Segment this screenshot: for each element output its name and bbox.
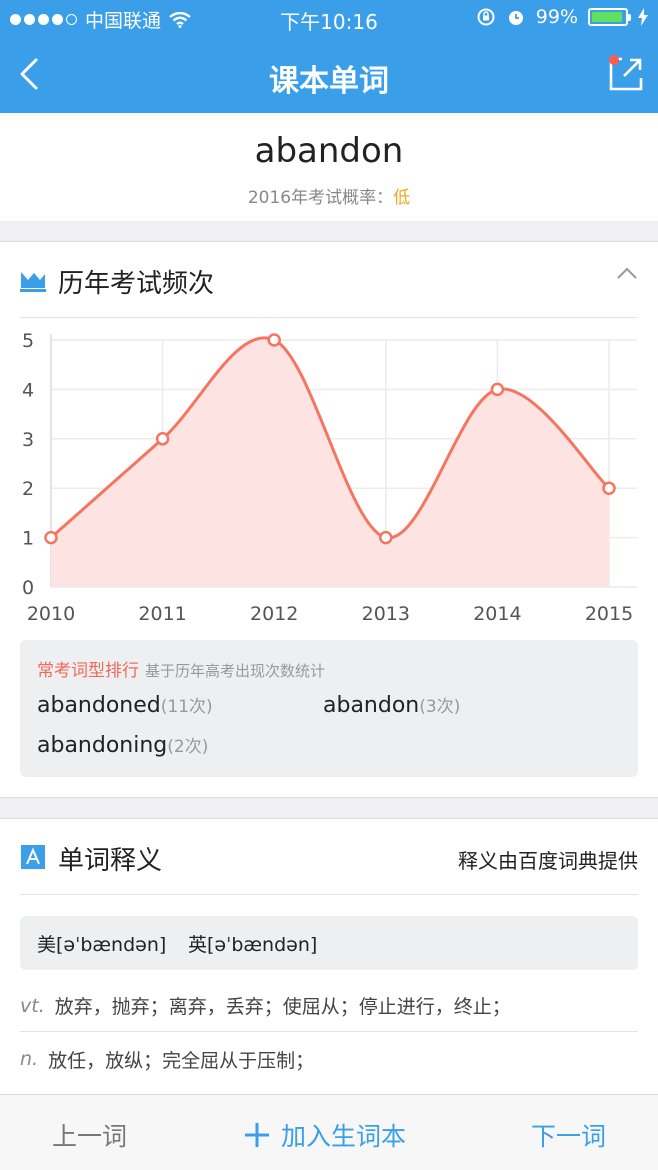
alarm-icon bbox=[508, 11, 523, 25]
dictionary-icon bbox=[21, 845, 45, 869]
x-tick-label: 2015 bbox=[585, 603, 633, 625]
definition-title: 单词释义 bbox=[58, 846, 163, 876]
chart-data-point bbox=[379, 530, 393, 545]
bottom-toolbar: 上一词 加入生词本 下一词 bbox=[0, 1094, 658, 1170]
word-form-ranking: 常考词型排行 基于历年高考出现次数统计 abandoned(11次) abando… bbox=[20, 640, 638, 777]
word-form-count: (11次) bbox=[160, 697, 213, 717]
us-phonetic[interactable]: 美[əˈbændən] bbox=[37, 930, 166, 957]
exam-frequency-chart: 0 1 2 3 4 5 2010 2011 2012 2013 2014 2015 bbox=[22, 330, 637, 625]
phonetics: 美[əˈbændən] 英[əˈbændən] bbox=[20, 916, 638, 970]
word-form-item[interactable]: abandoned(11次) bbox=[37, 692, 213, 718]
x-tick-label: 2014 bbox=[473, 603, 521, 625]
part-of-speech: n. bbox=[20, 1048, 39, 1070]
y-tick-label: 5 bbox=[22, 330, 34, 352]
word-form-count: (2次) bbox=[167, 737, 209, 757]
uk-phonetic[interactable]: 英[əˈbændən] bbox=[188, 930, 317, 957]
definition-source: 释义由百度词典提供 bbox=[458, 849, 638, 873]
add-to-vocab-button[interactable]: 加入生词本 bbox=[243, 1117, 406, 1153]
definition-text: 放弃，抛弃；离弃，丢弃；使屈从；停止进行，终止； bbox=[54, 996, 511, 1018]
exam-history-title: 历年考试频次 bbox=[58, 269, 215, 299]
x-tick-label: 2010 bbox=[27, 603, 75, 625]
chevron-up-icon[interactable] bbox=[616, 266, 638, 280]
battery-icon bbox=[588, 8, 631, 26]
chart-data-point bbox=[155, 432, 170, 446]
next-word-button[interactable]: 下一词 bbox=[531, 1117, 606, 1153]
word-form: abandoning bbox=[37, 733, 168, 758]
chart-data-point bbox=[267, 333, 281, 347]
previous-word-button[interactable]: 上一词 bbox=[52, 1117, 127, 1153]
status-bar: 中国联通 下午10:16 99% bbox=[0, 0, 658, 36]
probability-label: 2016年考试概率： bbox=[247, 188, 394, 208]
y-tick-label: 1 bbox=[22, 528, 34, 550]
top-bar: 中国联通 下午10:16 99% 课本单词 bbox=[0, 0, 658, 113]
y-tick-label: 0 bbox=[22, 577, 34, 599]
x-tick-label: 2013 bbox=[362, 603, 410, 625]
exam-probability: 2016年考试概率：低 bbox=[0, 183, 658, 208]
add-to-vocab-label: 加入生词本 bbox=[281, 1122, 407, 1151]
chart-icon bbox=[20, 272, 46, 292]
word-form-item[interactable]: abandoning(2次) bbox=[37, 732, 208, 758]
chart-data-point bbox=[44, 530, 58, 545]
part-of-speech: vt. bbox=[20, 994, 45, 1017]
orientation-lock-icon bbox=[477, 8, 495, 26]
y-tick-label: 3 bbox=[22, 429, 34, 451]
probability-value: 低 bbox=[393, 188, 411, 208]
x-tick-label: 2012 bbox=[250, 603, 298, 625]
charging-icon bbox=[638, 8, 648, 26]
chart-data-point bbox=[602, 481, 616, 495]
definition-row: n. 放任，放纵；完全屈从于压制； bbox=[20, 1033, 638, 1085]
y-tick-label: 4 bbox=[22, 379, 34, 401]
ranking-subtitle: 基于历年高考出现次数统计 bbox=[145, 662, 326, 680]
definition-card: 单词释义 释义由百度词典提供 美[əˈbændən] 英[əˈbændən] v… bbox=[0, 818, 658, 1098]
y-tick-label: 2 bbox=[22, 478, 34, 500]
word-form: abandoned bbox=[37, 693, 161, 718]
exam-history-header[interactable]: 历年考试频次 bbox=[20, 242, 638, 318]
definition-text: 放任，放纵；完全屈从于压制； bbox=[48, 1049, 315, 1072]
definition-header: 单词释义 释义由百度词典提供 bbox=[20, 819, 638, 895]
word-header: abandon 2016年考试概率：低 bbox=[0, 113, 658, 221]
word-form: abandon bbox=[323, 693, 420, 718]
chart-data-point bbox=[490, 382, 505, 397]
word-form-count: (3次) bbox=[419, 697, 461, 717]
ranking-title: 常考词型排行 bbox=[37, 661, 139, 681]
battery-percent: 99% bbox=[535, 6, 578, 28]
definition-row: vt. 放弃，抛弃；离弃，丢弃；使屈从；停止进行，终止； bbox=[20, 980, 638, 1032]
x-tick-label: 2011 bbox=[138, 603, 186, 625]
word-form-item[interactable]: abandon(3次) bbox=[323, 692, 460, 718]
page-title: 课本单词 bbox=[269, 64, 389, 99]
plus-icon bbox=[245, 1123, 269, 1147]
headword: abandon bbox=[254, 131, 404, 171]
notification-dot bbox=[609, 55, 619, 65]
exam-history-card: 历年考试频次 0 1 2 3 4 5 2010 2011 2012 2013 2014 2015 常… bbox=[0, 241, 658, 798]
